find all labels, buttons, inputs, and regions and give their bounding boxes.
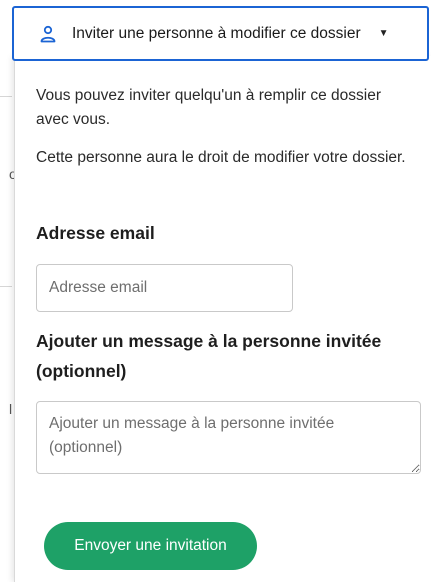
page: o l Inviter une personne à modifier ce d… — [0, 0, 431, 582]
email-input[interactable] — [36, 264, 293, 312]
email-heading: Adresse email — [36, 223, 155, 243]
send-invitation-button[interactable]: Envoyer une invitation — [44, 522, 257, 570]
background-divider — [0, 96, 12, 97]
intro-text: Vous pouvez inviter quelqu'un à remplir … — [36, 87, 382, 128]
background-divider — [0, 286, 12, 287]
background-text-fragment: l — [9, 401, 13, 417]
message-textarea[interactable] — [36, 401, 421, 474]
invite-dropdown-panel — [14, 56, 431, 582]
invite-toggle-button[interactable]: Inviter une personne à modifier ce dossi… — [12, 6, 429, 61]
caret-down-icon: ▼ — [378, 27, 389, 39]
message-heading: Ajouter un message à la personne invitée… — [36, 331, 382, 381]
permission-text: Cette personne aura le droit de modifier… — [36, 149, 406, 166]
person-icon — [40, 25, 56, 43]
invite-toggle-label: Inviter une personne à modifier ce dossi… — [72, 24, 361, 42]
